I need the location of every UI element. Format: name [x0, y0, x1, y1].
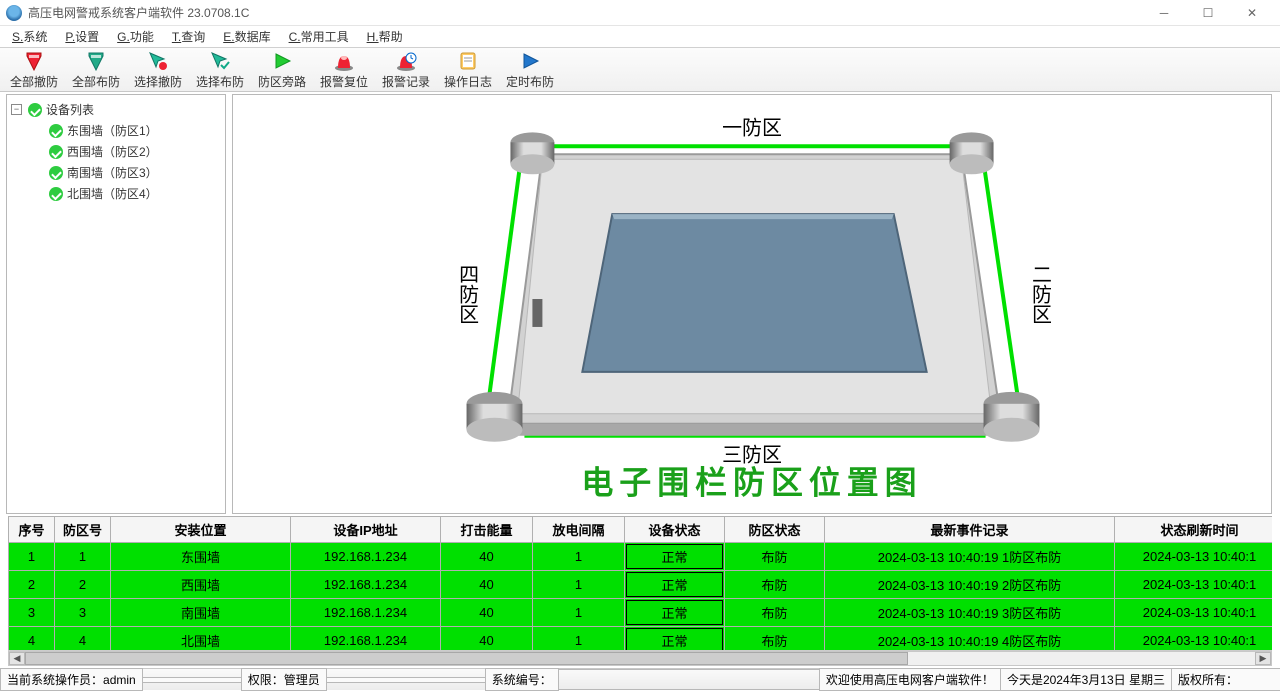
tree-root-label: 设备列表 — [46, 101, 94, 118]
status-table-panel: 序号 防区号 安装位置 设备IP地址 打击能量 放电间隔 设备状态 防区状态 最… — [8, 516, 1272, 666]
log-book-icon — [457, 50, 479, 72]
menu-help[interactable]: H.帮助 — [359, 26, 411, 47]
fence-diagram: 一防区 三防区 四防区 二防区 电子围栏防区位置图 — [233, 95, 1271, 513]
zone-bypass-button[interactable]: 防区旁路 — [252, 50, 312, 90]
device-tree-panel[interactable]: − 设备列表 东围墙（防区1） 西围墙（防区2） 南围墙（防区3） 北围墙（防区… — [6, 94, 226, 514]
tree-item-east[interactable]: 东围墙（防区1） — [9, 120, 223, 141]
status-role: 权限：管理员 — [241, 668, 327, 691]
scroll-thumb[interactable] — [25, 652, 908, 665]
table-row[interactable]: 33南围墙192.168.1.234401正常布防2024-03-13 10:4… — [9, 599, 1273, 627]
status-operator: 当前系统操作员：admin — [0, 668, 143, 691]
menu-function[interactable]: G.功能 — [109, 26, 162, 47]
col-refresh[interactable]: 状态刷新时间 — [1115, 517, 1273, 543]
op-log-button[interactable]: 操作日志 — [438, 50, 498, 90]
status-ok-icon — [49, 166, 63, 180]
cursor-select-icon — [147, 50, 169, 72]
col-recent[interactable]: 最新事件记录 — [825, 517, 1115, 543]
disarm-all-button[interactable]: 全部撤防 — [4, 50, 64, 90]
map-title: 电子围栏防区位置图 — [581, 465, 922, 501]
window-title: 高压电网警戒系统客户端软件 23.0708.1C — [28, 4, 1142, 21]
status-date: 今天是2024年3月13日 星期三 — [1000, 668, 1172, 691]
fence-map-panel: 一防区 三防区 四防区 二防区 电子围栏防区位置图 — [232, 94, 1272, 514]
tree-root-node[interactable]: − 设备列表 — [9, 99, 223, 120]
tree-item-west[interactable]: 西围墙（防区2） — [9, 141, 223, 162]
menu-database[interactable]: E.数据库 — [215, 26, 278, 47]
menu-system[interactable]: S.系统 — [4, 26, 55, 47]
alarm-clock-icon — [395, 50, 417, 72]
horizontal-scrollbar[interactable]: ◀ ▶ — [8, 651, 1272, 666]
status-bar: 当前系统操作员：admin 权限：管理员 系统编号： 欢迎使用高压电网客户端软件… — [0, 668, 1280, 690]
scroll-left-button[interactable]: ◀ — [9, 652, 25, 665]
toolbar: 全部撤防 全部布防 选择撤防 选择布防 防区旁路 报警复位 报警记录 操作日志 … — [0, 48, 1280, 92]
minimize-button[interactable]: ─ — [1142, 1, 1186, 25]
zone-left-label: 四防区 — [456, 264, 478, 324]
col-ip[interactable]: 设备IP地址 — [291, 517, 441, 543]
arm-all-button[interactable]: 全部布防 — [66, 50, 126, 90]
table-row[interactable]: 11东围墙192.168.1.234401正常布防2024-03-13 10:4… — [9, 543, 1273, 571]
maximize-button[interactable]: ☐ — [1186, 1, 1230, 25]
status-ok-icon — [28, 103, 42, 117]
alarm-light-icon — [333, 50, 355, 72]
zone-right-label: 二防区 — [1028, 264, 1050, 324]
menu-settings[interactable]: P.设置 — [57, 26, 107, 47]
col-position[interactable]: 安装位置 — [111, 517, 291, 543]
status-welcome: 欢迎使用高压电网客户端软件！ — [819, 668, 1001, 691]
cursor-check-icon — [209, 50, 231, 72]
select-disarm-button[interactable]: 选择撤防 — [128, 50, 188, 90]
col-seq[interactable]: 序号 — [9, 517, 55, 543]
tree-item-south[interactable]: 南围墙（防区3） — [9, 162, 223, 183]
play-green-icon — [271, 50, 293, 72]
alarm-reset-button[interactable]: 报警复位 — [314, 50, 374, 90]
select-arm-button[interactable]: 选择布防 — [190, 50, 250, 90]
title-bar: 高压电网警戒系统客户端软件 23.0708.1C ─ ☐ ✕ — [0, 0, 1280, 26]
collapse-icon[interactable]: − — [11, 104, 22, 115]
main-area: − 设备列表 东围墙（防区1） 西围墙（防区2） 南围墙（防区3） 北围墙（防区… — [0, 92, 1280, 516]
zone-top-label: 一防区 — [722, 116, 782, 139]
scroll-right-button[interactable]: ▶ — [1255, 652, 1271, 665]
col-dev-status[interactable]: 设备状态 — [625, 517, 725, 543]
status-ok-icon — [49, 124, 63, 138]
col-zone-no[interactable]: 防区号 — [55, 517, 111, 543]
status-ok-icon — [49, 145, 63, 159]
menu-tools[interactable]: C.常用工具 — [281, 26, 357, 47]
status-copyright: 版权所有： — [1171, 668, 1280, 691]
menu-query[interactable]: T.查询 — [164, 26, 213, 47]
close-button[interactable]: ✕ — [1230, 1, 1274, 25]
zone-bottom-label: 三防区 — [722, 444, 782, 467]
col-zone-status[interactable]: 防区状态 — [725, 517, 825, 543]
alarm-log-button[interactable]: 报警记录 — [376, 50, 436, 90]
table-row[interactable]: 44北围墙192.168.1.234401正常布防2024-03-13 10:4… — [9, 627, 1273, 651]
status-ok-icon — [49, 187, 63, 201]
app-icon — [6, 5, 22, 21]
tree-item-north[interactable]: 北围墙（防区4） — [9, 183, 223, 204]
status-sysid: 系统编号： — [485, 668, 559, 691]
col-interval[interactable]: 放电间隔 — [533, 517, 625, 543]
status-table[interactable]: 序号 防区号 安装位置 设备IP地址 打击能量 放电间隔 设备状态 防区状态 最… — [8, 516, 1272, 651]
shield-green-icon — [85, 50, 107, 72]
table-row[interactable]: 22西围墙192.168.1.234401正常布防2024-03-13 10:4… — [9, 571, 1273, 599]
shield-red-icon — [23, 50, 45, 72]
col-energy[interactable]: 打击能量 — [441, 517, 533, 543]
timed-arm-button[interactable]: 定时布防 — [500, 50, 560, 90]
play-blue-icon — [519, 50, 541, 72]
menu-bar: S.系统 P.设置 G.功能 T.查询 E.数据库 C.常用工具 H.帮助 — [0, 26, 1280, 48]
